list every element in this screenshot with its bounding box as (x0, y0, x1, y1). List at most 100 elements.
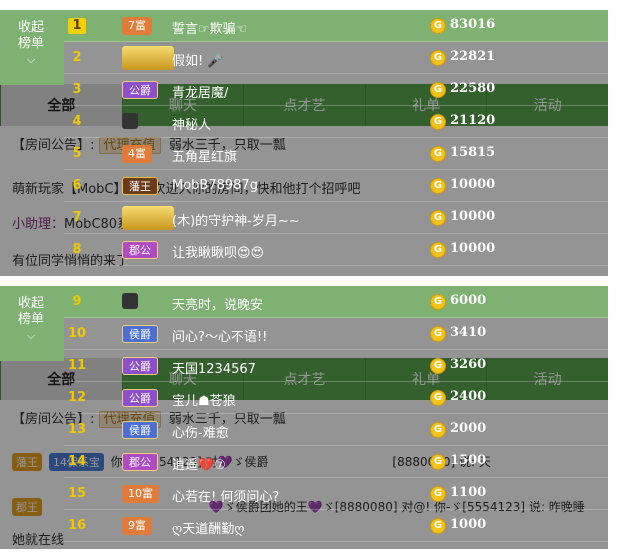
chevron-down-icon: ⌵ (26, 329, 36, 342)
collapse-list-button[interactable]: 收起 榜单 ⌵ (14, 20, 48, 68)
user-name[interactable]: 神秘人 (172, 114, 211, 133)
user-name[interactable]: 问心?～心不语!! (172, 326, 267, 345)
contribution-score: 10000 (450, 209, 496, 224)
coin-icon: G (430, 50, 446, 66)
rank-badge-icon: 郡公 (122, 241, 158, 259)
rank-badge-icon (122, 206, 174, 230)
rank-number: 2 (72, 50, 82, 65)
rank-row[interactable]: 2 假如! 🎤 G 22821 (64, 42, 608, 74)
rank-row[interactable]: 3 公爵 青龙居魔/G 22580 (64, 74, 608, 106)
rank-badge-icon: 藩王 (122, 177, 158, 195)
collapse-label-1: 收起 (17, 20, 44, 35)
rank-badge-icon (122, 46, 174, 70)
coin-icon: G (430, 358, 446, 374)
user-name[interactable]: 誓言☞欺骗☜ (172, 18, 247, 37)
contribution-score: 1500 (450, 453, 487, 468)
rank-row[interactable]: 10 侯爵 问心?～心不语!! G 3410 (64, 318, 608, 350)
contribution-score: 3410 (450, 325, 487, 340)
rank-number: 9 (72, 294, 82, 309)
coin-icon: G (430, 242, 446, 258)
coin-icon: G (430, 82, 446, 98)
user-name[interactable]: 青龙居魔/ (172, 82, 228, 101)
coin-icon: G (430, 114, 446, 130)
user-name[interactable]: 让我瞅瞅呗😍😍 (172, 242, 264, 261)
rank-number: 14 (68, 454, 87, 469)
rank-badge-icon: 侯爵 (122, 325, 158, 343)
rank-panel-bottom: 全部 聊天 点才艺 礼单 活动 【房间公告】: 代理充值 弱水三千，只取一瓢 藩… (0, 286, 608, 549)
rank-row[interactable]: 9 天亮时，说晚安 G 6000 (64, 286, 608, 318)
coin-icon: G (430, 518, 446, 534)
rank-row[interactable]: 14 郡公 逍遥💔⑦ G 1500 (64, 446, 608, 478)
coin-icon: G (430, 422, 446, 438)
user-name[interactable]: (木)的守护神-岁月~~ (172, 210, 300, 229)
rank-row[interactable]: 11 公爵 天国1234567 G 3260 (64, 350, 608, 382)
rank-panel-top: 全部 聊天 点才艺 礼单 活动 【房间公告】: 代理充值 弱水三千，只取一瓢 萌… (0, 10, 608, 276)
rank-number: 8 (72, 242, 82, 257)
rank-row[interactable]: 13 侯爵 心伤-难愈 G 2000 (64, 414, 608, 446)
user-name[interactable]: 天国1234567 (172, 358, 256, 377)
rank-row[interactable]: 7 (木)的守护神-岁月~~ G 10000 (64, 202, 608, 234)
user-name[interactable]: 宝儿☗苍狼 (172, 390, 236, 409)
contribution-score: 1000 (450, 517, 487, 532)
row-divider (64, 265, 608, 266)
contribution-score: 3260 (450, 357, 487, 372)
contribution-score: 10000 (450, 177, 496, 192)
rank-badge-icon: 郡公 (122, 453, 158, 471)
rank-row[interactable]: 16 9富 ღ天道酬勤ღ G 1000 (64, 510, 608, 542)
user-name[interactable]: 心若在! 何须问心? (172, 486, 279, 505)
coin-icon: G (430, 18, 446, 34)
contribution-score: 15815 (450, 145, 496, 160)
coin-icon: G (430, 390, 446, 406)
collapse-label-2: 榜单 (17, 312, 44, 327)
coin-icon: G (430, 210, 446, 226)
contribution-score: 21120 (450, 113, 496, 128)
contribution-score: 2000 (450, 421, 487, 436)
rank-row[interactable]: 5 4富 五角星红旗 G 15815 (64, 138, 608, 170)
user-name[interactable]: MobB78987g (172, 178, 258, 193)
contribution-score: 10000 (450, 241, 496, 256)
rank-badge-icon: 公爵 (122, 357, 158, 375)
rank-badge-icon: 9富 (122, 517, 152, 535)
rank-number: 7 (72, 210, 82, 225)
user-name[interactable]: 假如! 🎤 (172, 50, 224, 69)
rank-number: 4 (72, 114, 82, 129)
coin-icon: G (430, 178, 446, 194)
rank-badge-icon: 4富 (122, 145, 152, 163)
chevron-down-icon: ⌵ (26, 53, 36, 66)
rank-number: 11 (68, 358, 87, 373)
user-name[interactable]: 天亮时，说晚安 (172, 294, 263, 313)
user-name[interactable]: 五角星红旗 (172, 146, 237, 165)
rank-number: 16 (68, 518, 87, 533)
rank-badge-icon: 公爵 (122, 81, 158, 99)
contribution-score: 22580 (450, 81, 496, 96)
rank-number: 6 (72, 178, 82, 193)
rank-badge-icon: 10富 (122, 485, 159, 503)
rank-row[interactable]: 1 7富 誓言☞欺骗☜ G 83016 (64, 10, 608, 42)
user-name[interactable]: 逍遥💔⑦ (172, 454, 226, 473)
contribution-score: 6000 (450, 293, 487, 308)
collapse-label-1: 收起 (17, 296, 44, 311)
coin-icon: G (430, 454, 446, 470)
collapse-label-2: 榜单 (17, 36, 44, 51)
rank-row[interactable]: 8 郡公 让我瞅瞅呗😍😍 G 10000 (64, 234, 608, 266)
rank-row[interactable]: 15 10富 心若在! 何须问心? G 1100 (64, 478, 608, 510)
contribution-score: 22821 (450, 49, 496, 64)
rank-row[interactable]: 6 藩王 MobB78987g G 10000 (64, 170, 608, 202)
row-divider (64, 541, 608, 542)
contribution-score: 1100 (450, 485, 487, 500)
rank-number: 15 (68, 486, 87, 501)
rank-number: 3 (72, 82, 82, 97)
user-name[interactable]: ღ天道酬勤ღ (172, 518, 244, 537)
coin-icon: G (430, 326, 446, 342)
user-name[interactable]: 心伤-难愈 (172, 422, 229, 441)
rank-badge-icon (122, 113, 138, 129)
rank-row[interactable]: 4 神秘人 G 21120 (64, 106, 608, 138)
rank-badge-icon (122, 293, 138, 309)
contribution-score: 83016 (450, 17, 496, 32)
rank-number: 10 (68, 326, 87, 341)
collapse-list-button[interactable]: 收起 榜单 ⌵ (14, 296, 48, 344)
coin-icon: G (430, 146, 446, 162)
rank-number: 12 (68, 390, 87, 405)
rank-number: 1 (68, 18, 86, 34)
rank-row[interactable]: 12 公爵 宝儿☗苍狼 G 2400 (64, 382, 608, 414)
